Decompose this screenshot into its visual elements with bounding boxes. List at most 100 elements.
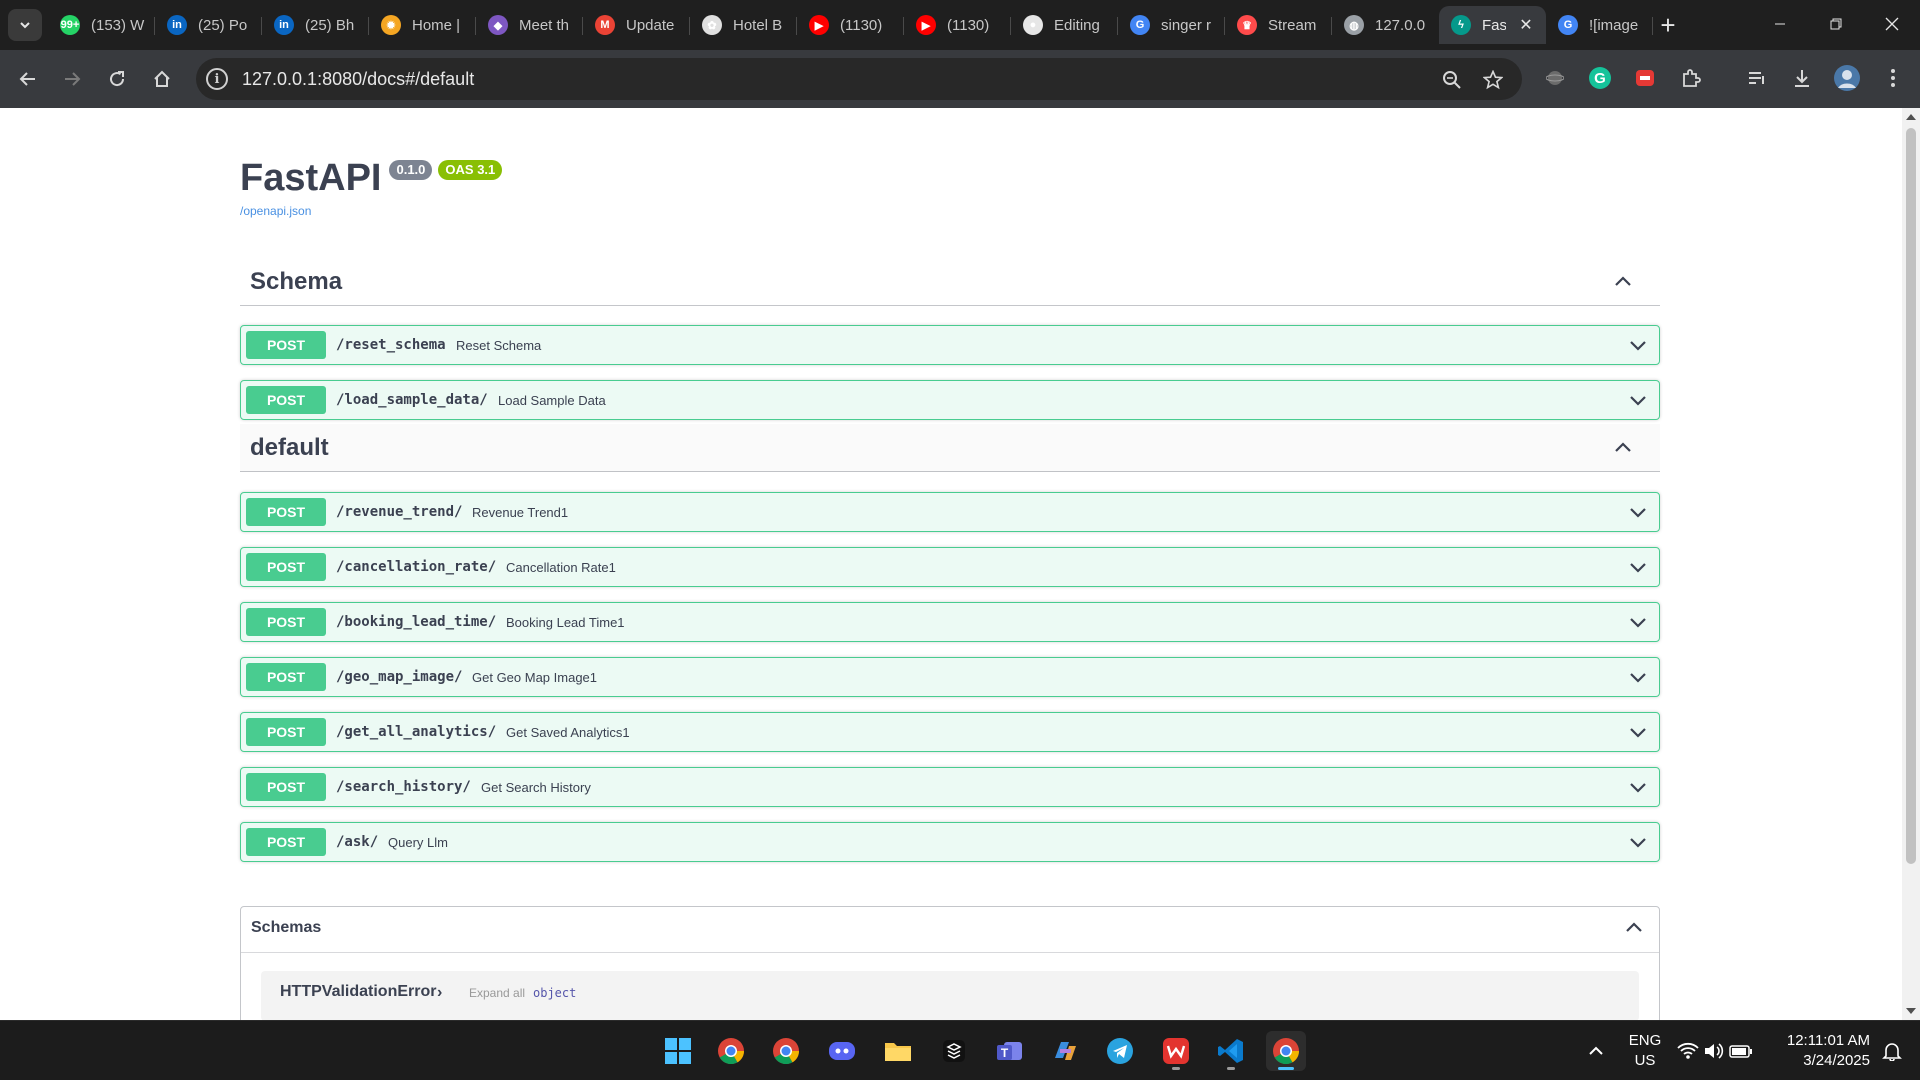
scroll-down-arrow-icon[interactable] [1906,1008,1916,1014]
operation-post[interactable]: POST/revenue_trend/Revenue Trend1 [240,492,1660,532]
browser-tab[interactable]: ◍ 127.0.0 [1332,6,1439,44]
forward-button[interactable] [56,63,88,95]
tab-search-button[interactable] [8,9,42,41]
operation-summary[interactable]: Load Sample Data [498,393,606,408]
extension-planet-icon[interactable] [1540,63,1570,93]
chevron-up-icon[interactable] [1612,437,1634,459]
http-method-badge[interactable]: POST [246,553,326,581]
address-bar[interactable]: i 127.0.0.1:8080/docs#/default [196,58,1522,100]
language-indicator[interactable]: ENG US [1625,1031,1665,1071]
chevron-down-icon[interactable] [1627,721,1649,743]
minimize-button[interactable] [1752,0,1808,48]
chevron-down-icon[interactable] [1627,611,1649,633]
show-hidden-icons-button[interactable] [1576,1031,1616,1071]
operation-path[interactable]: /reset_schema [336,337,446,353]
home-button[interactable] [146,63,178,95]
discord-icon[interactable] [822,1031,862,1071]
profile-avatar[interactable] [1832,63,1862,93]
chevron-down-icon[interactable] [1627,666,1649,688]
chevron-up-icon[interactable] [1612,271,1634,293]
operation-summary[interactable]: Query Llm [388,835,448,850]
http-method-badge[interactable]: POST [246,386,326,414]
browser-tab[interactable]: G ![image [1546,6,1653,44]
operation-summary[interactable]: Booking Lead Time1 [506,615,625,630]
browser-menu-icon[interactable] [1878,63,1908,93]
browser-tab[interactable]: in (25) Bh [262,6,369,44]
operation-path[interactable]: /search_history/ [336,779,471,795]
operation-post[interactable]: POST/load_sample_data/Load Sample Data [240,380,1660,420]
download-icon[interactable] [1787,63,1817,93]
chrome-icon[interactable] [766,1031,806,1071]
operation-post[interactable]: POST/ask/Query Llm [240,822,1660,862]
tag-name[interactable]: Schema [250,268,342,296]
browser-tab[interactable]: ϟ Fas ✕ [1439,6,1546,44]
chevron-up-icon[interactable] [1623,917,1645,939]
expand-all-link[interactable]: Expand all [469,986,525,1000]
chevron-down-icon[interactable] [1627,334,1649,356]
operation-post[interactable]: POST/reset_schema Reset Schema [240,325,1660,365]
app-icon[interactable] [934,1031,974,1071]
operation-summary[interactable]: Get Geo Map Image1 [472,670,597,685]
file-explorer-icon[interactable] [878,1031,918,1071]
http-method-badge[interactable]: POST [246,498,326,526]
new-tab-button[interactable]: + [1652,9,1684,41]
model-name[interactable]: HTTPValidationError [280,983,436,1001]
grammarly-icon[interactable]: G [1585,63,1615,93]
browser-tab[interactable]: in (25) Po [155,6,262,44]
chevron-down-icon[interactable] [1627,776,1649,798]
http-method-badge[interactable]: POST [246,828,326,856]
model-item[interactable]: HTTPValidationError › Expand all object [261,971,1639,1020]
browser-tab[interactable]: ▶ (1130) [904,6,1011,44]
operation-summary[interactable]: Reset Schema [456,338,541,353]
http-method-badge[interactable]: POST [246,718,326,746]
browser-tab[interactable]: 99+ (153) W [48,6,155,44]
operation-path[interactable]: /load_sample_data/ [336,392,488,408]
operation-post[interactable]: POST/booking_lead_time/Booking Lead Time… [240,602,1660,642]
chevron-right-icon[interactable]: › [437,984,442,1002]
site-info-icon[interactable]: i [206,68,228,90]
scroll-up-arrow-icon[interactable] [1906,114,1916,120]
browser-tab[interactable]: ✹ Home | [369,6,476,44]
schemas-title[interactable]: Schemas [251,919,321,937]
reload-button[interactable] [101,63,133,95]
restore-button[interactable] [1808,0,1864,48]
media-control-icon[interactable] [1742,63,1772,93]
operation-summary[interactable]: Revenue Trend1 [472,505,568,520]
operation-path[interactable]: /revenue_trend/ [336,504,462,520]
http-method-badge[interactable]: POST [246,773,326,801]
tag-section-header[interactable]: Schema [240,258,1660,306]
operation-post[interactable]: POST/cancellation_rate/Cancellation Rate… [240,547,1660,587]
chrome-icon[interactable] [1266,1031,1306,1071]
browser-tab[interactable]: ♛ Stream [1225,6,1332,44]
close-window-button[interactable] [1864,0,1920,48]
http-method-badge[interactable]: POST [246,331,326,359]
tag-name[interactable]: default [250,434,329,462]
bookmark-star-icon[interactable] [1480,67,1506,93]
chevron-down-icon[interactable] [1627,556,1649,578]
telegram-icon[interactable] [1100,1031,1140,1071]
browser-tab[interactable]: M Update [583,6,690,44]
operation-summary[interactable]: Get Search History [481,780,591,795]
chevron-down-icon[interactable] [1627,831,1649,853]
tag-section-header[interactable]: default [240,424,1660,472]
chevron-down-icon[interactable] [1627,389,1649,411]
browser-tab[interactable]: ◆ Meet th [476,6,583,44]
vscode-icon[interactable] [1211,1031,1251,1071]
operation-summary[interactable]: Get Saved Analytics1 [506,725,630,740]
windows-start-icon[interactable] [658,1031,698,1071]
browser-tab[interactable]: ▶ (1130) [797,6,904,44]
browser-tab[interactable]: Gsinger r [1118,6,1225,44]
notification-bell-icon[interactable] [1872,1031,1912,1071]
url-text[interactable]: 127.0.0.1:8080/docs#/default [242,69,474,90]
extension-red-icon[interactable] [1630,63,1660,93]
copilot-icon[interactable] [1045,1031,1085,1071]
clock[interactable]: 12:11:01 AM 3/24/2025 [1770,1031,1870,1071]
back-button[interactable] [12,63,44,95]
zoom-icon[interactable] [1439,67,1465,93]
network-volume-battery-group[interactable] [1672,1031,1758,1071]
operation-path[interactable]: /get_all_analytics/ [336,724,496,740]
scrollbar-thumb[interactable] [1906,128,1916,864]
browser-tab[interactable]: ✿ Hotel B [690,6,797,44]
operation-post[interactable]: POST/get_all_analytics/Get Saved Analyti… [240,712,1660,752]
wps-office-icon[interactable] [1156,1031,1196,1071]
